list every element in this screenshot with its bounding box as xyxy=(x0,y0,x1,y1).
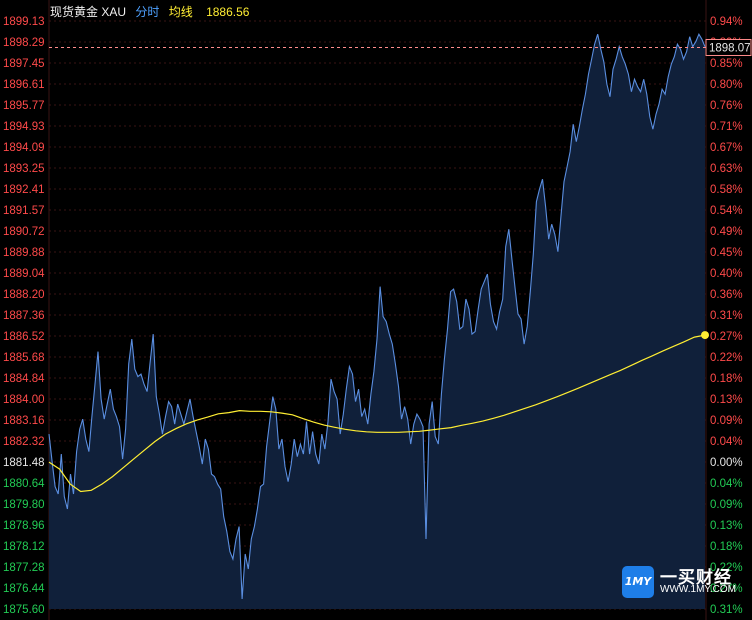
price-chart: 1899.13 1898.29 1897.45 1896.61 1895.77 1894.… xyxy=(3,0,752,620)
price-tick-label: 1884.00 xyxy=(3,394,45,406)
percent-tick-label: 0.27% xyxy=(710,331,743,343)
percent-tick-label: 0.09% xyxy=(710,499,743,511)
percent-tick-label: 0.18% xyxy=(710,541,743,553)
price-tick-label: 1888.20 xyxy=(3,289,45,301)
average-value: 1886.56 xyxy=(206,5,250,19)
price-tick-label: 1886.52 xyxy=(3,331,45,343)
price-tick-label: 1875.60 xyxy=(3,604,45,616)
chart-header: 现货黄金 XAU 分时 均线 1886.56 xyxy=(50,4,255,20)
price-tick-label: 1893.25 xyxy=(3,163,45,175)
price-tick-label: 1892.41 xyxy=(3,184,45,196)
percent-tick-label: 0.76% xyxy=(710,100,743,112)
price-tick-label: 1889.88 xyxy=(3,247,45,259)
percent-tick-label: 0.85% xyxy=(710,58,743,70)
price-tick-label: 1885.68 xyxy=(3,352,45,364)
price-tick-label: 1890.72 xyxy=(3,226,45,238)
price-tick-label: 1878.12 xyxy=(3,541,45,553)
price-tick-label: 1879.80 xyxy=(3,499,45,511)
price-tick-label: 1883.16 xyxy=(3,415,45,427)
price-axis: 1899.13 1898.29 1897.45 1896.61 1895.77 1894.… xyxy=(3,16,45,616)
percent-tick-label: 0.94% xyxy=(710,16,743,28)
brand-url: WWW.1MY.COM xyxy=(660,584,736,595)
price-tick-label: 1897.45 xyxy=(3,58,45,70)
last-price-tag: 1898.07 xyxy=(705,38,752,56)
percent-tick-label: 0.13% xyxy=(710,520,743,532)
price-tick-label: 1880.64 xyxy=(3,478,45,490)
percent-tick-label: 0.58% xyxy=(710,184,743,196)
price-tick-label: 1895.77 xyxy=(3,100,45,112)
percent-axis: 0.94%0.89%0.85%0.80%0.76%0.71%0.67%0.63%… xyxy=(710,16,743,616)
instrument-title: 现货黄金 XAU xyxy=(50,5,127,19)
percent-tick-label: 0.04% xyxy=(710,436,743,448)
price-tick-label: 1896.61 xyxy=(3,79,45,91)
brand-badge-icon: 1MY xyxy=(622,566,654,598)
price-tick-label: 1882.32 xyxy=(3,436,45,448)
price-tick-label: 1878.96 xyxy=(3,520,45,532)
percent-tick-label: 0.31% xyxy=(710,604,743,616)
average-label: 均线 xyxy=(168,5,193,19)
percent-tick-label: 0.80% xyxy=(710,79,743,91)
percent-tick-label: 0.67% xyxy=(710,142,743,154)
percent-tick-label: 0.18% xyxy=(710,373,743,385)
percent-tick-label: 0.54% xyxy=(710,205,743,217)
price-tick-label: 1881.48 xyxy=(3,457,45,469)
price-tick-label: 1891.57 xyxy=(3,205,45,217)
price-tick-label: 1889.04 xyxy=(3,268,45,280)
percent-tick-label: 0.40% xyxy=(710,268,743,280)
price-tick-label: 1884.84 xyxy=(3,373,45,385)
price-tick-label: 1894.93 xyxy=(3,121,45,133)
price-tick-label: 1887.36 xyxy=(3,310,45,322)
percent-tick-label: 0.45% xyxy=(710,247,743,259)
last-price-tag-label: 1898.07 xyxy=(709,42,751,54)
percent-tick-label: 0.49% xyxy=(710,226,743,238)
percent-tick-label: 0.13% xyxy=(710,394,743,406)
percent-tick-label: 0.36% xyxy=(710,289,743,301)
brand-logo: 1MY 一买财经 WWW.1MY.COM xyxy=(622,562,750,602)
percent-tick-label: 0.71% xyxy=(710,121,743,133)
average-line-marker xyxy=(701,331,709,340)
price-tick-label: 1898.29 xyxy=(3,37,45,49)
price-tick-label: 1899.13 xyxy=(3,16,45,28)
price-area-fill xyxy=(49,34,705,609)
percent-tick-label: 0.31% xyxy=(710,310,743,322)
percent-tick-label: 0.22% xyxy=(710,352,743,364)
percent-tick-label: 0.00% xyxy=(710,457,743,469)
price-tick-label: 1894.09 xyxy=(3,142,45,154)
percent-tick-label: 0.09% xyxy=(710,415,743,427)
percent-tick-label: 0.63% xyxy=(710,163,743,175)
percent-tick-label: 0.04% xyxy=(710,478,743,490)
price-tick-label: 1876.44 xyxy=(3,583,45,595)
price-tick-label: 1877.28 xyxy=(3,562,45,574)
chart-mode-label[interactable]: 分时 xyxy=(135,5,159,19)
